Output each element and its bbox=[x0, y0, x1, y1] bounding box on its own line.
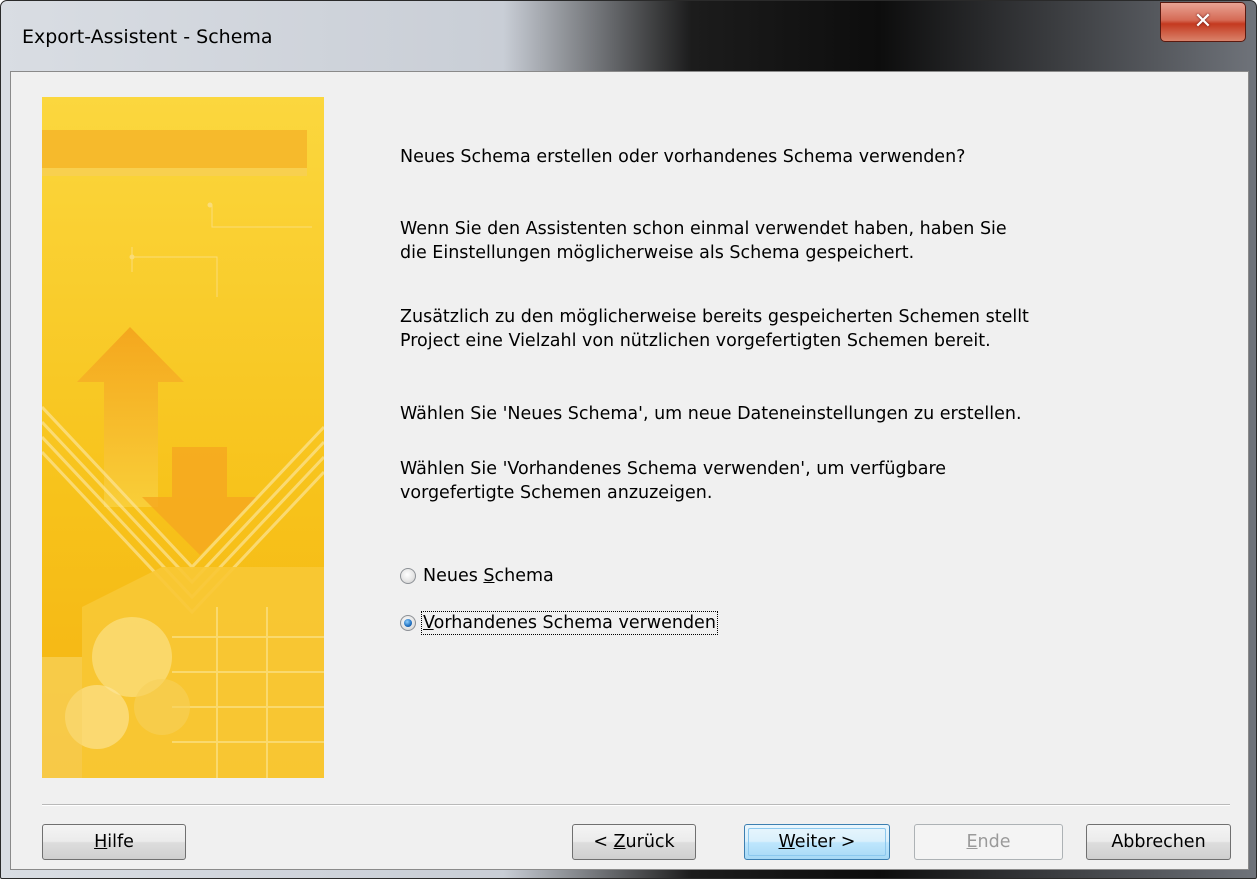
close-icon: ✕ bbox=[1193, 9, 1213, 34]
banner-illustration bbox=[42, 97, 324, 778]
radio-button-new-schema[interactable] bbox=[400, 568, 416, 584]
info-paragraph-4: Wählen Sie 'Vorhandenes Schema verwenden… bbox=[400, 459, 947, 503]
back-button[interactable]: < Zurück bbox=[572, 824, 696, 860]
help-button[interactable]: Hilfe bbox=[42, 824, 186, 860]
wizard-banner-image bbox=[42, 97, 324, 778]
finish-button: Ende bbox=[914, 824, 1063, 860]
next-button-focus-ring: Weiter > bbox=[748, 828, 886, 856]
export-wizard-window: Export-Assistent - Schema ✕ Neues Schema… bbox=[0, 0, 1257, 879]
title-bar[interactable]: Export-Assistent - Schema ✕ bbox=[1, 1, 1256, 71]
info-paragraph-3: Wählen Sie 'Neues Schema', um neue Daten… bbox=[400, 404, 1022, 424]
info-paragraph-1: Wenn Sie den Assistenten schon einmal ve… bbox=[400, 219, 1007, 263]
radio-label-existing-schema[interactable]: Vorhandenes Schema verwenden bbox=[421, 611, 718, 635]
next-button[interactable]: Weiter > bbox=[744, 824, 890, 860]
window-title: Export-Assistent - Schema bbox=[22, 26, 273, 48]
question-heading: Neues Schema erstellen oder vorhandenes … bbox=[400, 147, 966, 167]
radio-label-new-schema[interactable]: Neues Schema bbox=[423, 566, 554, 586]
radio-selected-dot bbox=[404, 619, 412, 627]
info-paragraph-2: Zusätzlich zu den möglicherweise bereits… bbox=[400, 307, 1029, 351]
cancel-button[interactable]: Abbrechen bbox=[1086, 824, 1231, 860]
wizard-body: Neues Schema erstellen oder vorhandenes … bbox=[10, 71, 1249, 870]
radio-button-existing-schema[interactable] bbox=[400, 615, 416, 631]
radio-existing-schema[interactable]: Vorhandenes Schema verwenden bbox=[400, 610, 718, 636]
close-button[interactable]: ✕ bbox=[1160, 2, 1246, 42]
radio-new-schema[interactable]: Neues Schema bbox=[400, 563, 554, 589]
button-separator bbox=[42, 804, 1230, 806]
